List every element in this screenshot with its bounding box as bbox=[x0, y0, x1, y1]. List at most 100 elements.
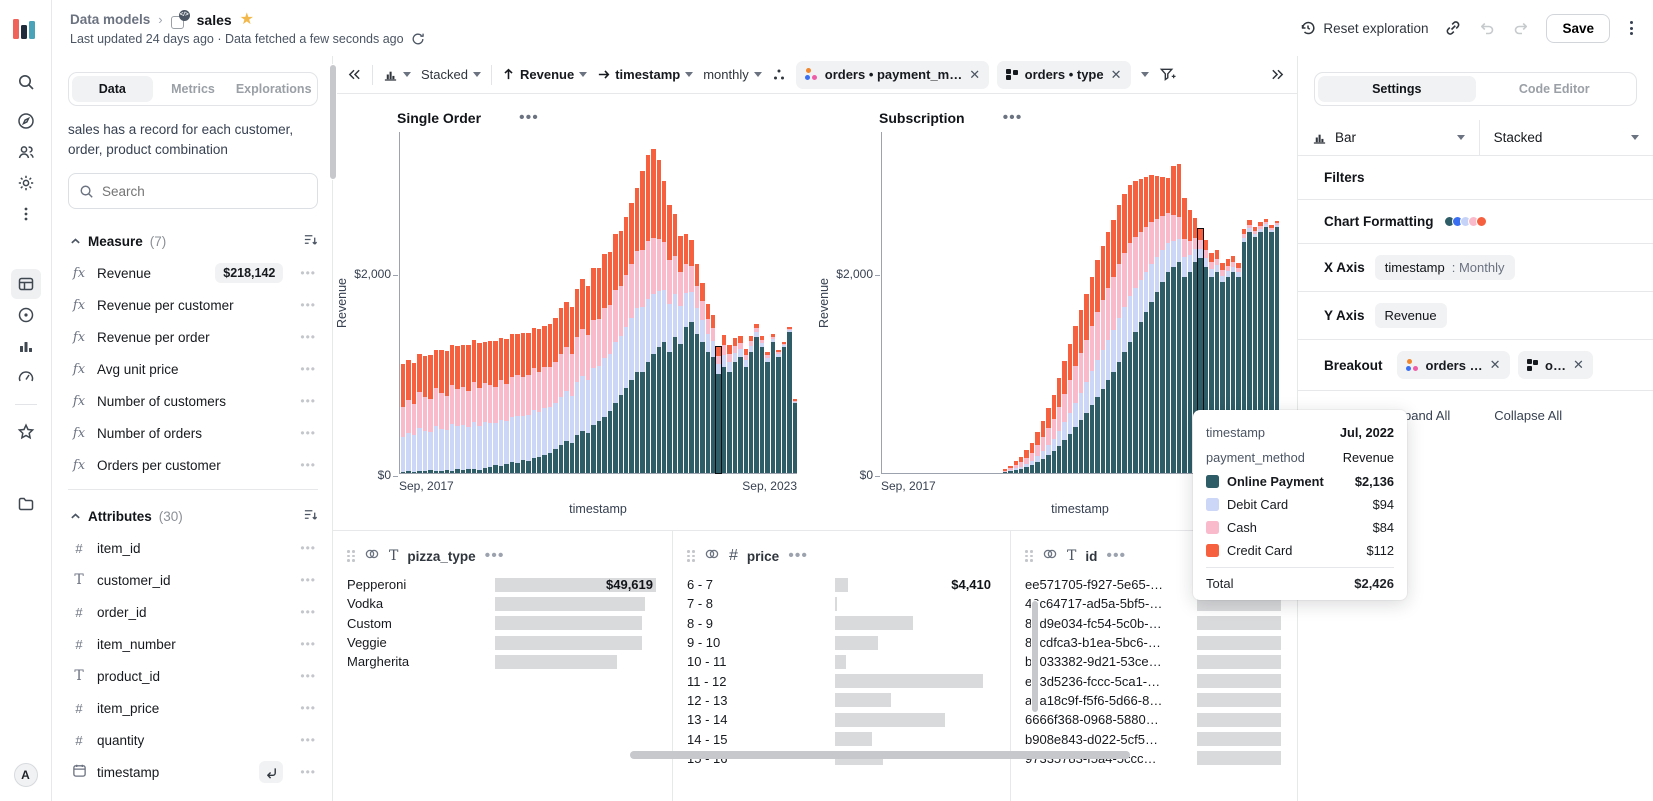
tab-data[interactable]: Data bbox=[72, 76, 153, 102]
summary-horizontal-scrollbar[interactable] bbox=[630, 751, 1130, 759]
bar[interactable] bbox=[1014, 461, 1018, 473]
bar[interactable] bbox=[542, 326, 546, 473]
bar[interactable] bbox=[635, 188, 639, 473]
bar[interactable] bbox=[706, 304, 710, 473]
bar[interactable] bbox=[1073, 326, 1077, 473]
chips-caret-icon[interactable] bbox=[1141, 72, 1149, 77]
bar[interactable] bbox=[684, 234, 688, 473]
app-logo-icon[interactable] bbox=[13, 13, 39, 39]
bar[interactable] bbox=[695, 264, 699, 473]
compass-icon[interactable] bbox=[11, 106, 41, 136]
row-menu-icon[interactable]: ••• bbox=[300, 298, 316, 312]
summary-column-header[interactable]: Tpizza_type••• bbox=[347, 545, 656, 567]
measure-row-revenue-per-order[interactable]: fxRevenue per order••• bbox=[68, 321, 318, 353]
filters-section[interactable]: Filters bbox=[1298, 156, 1653, 200]
bar[interactable] bbox=[445, 351, 449, 473]
bar[interactable] bbox=[466, 345, 470, 473]
summary-row[interactable]: Veggie bbox=[347, 633, 656, 652]
breakout-chip-1[interactable]: orders • type✕ bbox=[997, 61, 1130, 89]
bar[interactable] bbox=[526, 333, 530, 473]
bar[interactable] bbox=[1133, 181, 1137, 473]
tab-explorations[interactable]: Explorations bbox=[233, 76, 314, 102]
row-menu-icon[interactable]: ••• bbox=[300, 733, 316, 747]
attribute-row-item_price[interactable]: #item_price••• bbox=[68, 692, 318, 724]
bar-chart-icon[interactable] bbox=[11, 331, 41, 361]
bar[interactable] bbox=[532, 328, 536, 473]
column-menu-icon[interactable]: ••• bbox=[485, 547, 505, 565]
bar[interactable] bbox=[733, 338, 737, 473]
bar[interactable] bbox=[564, 302, 568, 473]
chart-menu-icon[interactable]: ••• bbox=[1003, 109, 1023, 127]
bar[interactable] bbox=[1188, 210, 1192, 473]
row-menu-icon[interactable]: ••• bbox=[300, 637, 316, 651]
row-menu-icon[interactable]: ••• bbox=[300, 394, 316, 408]
bar[interactable] bbox=[1041, 421, 1045, 473]
bar[interactable] bbox=[401, 364, 405, 473]
stack-mode-dropdown[interactable]: Stacked bbox=[421, 67, 481, 82]
row-menu-icon[interactable]: ••• bbox=[300, 669, 316, 683]
summary-row[interactable]: 6666f368-0968-5880… bbox=[1025, 710, 1281, 729]
bar[interactable] bbox=[1149, 175, 1153, 473]
bar[interactable] bbox=[667, 205, 671, 473]
highlighted-bar[interactable] bbox=[716, 347, 720, 473]
undo-icon[interactable] bbox=[1478, 19, 1496, 37]
bar[interactable] bbox=[738, 336, 742, 473]
bar[interactable] bbox=[1144, 177, 1148, 473]
row-menu-icon[interactable]: ••• bbox=[300, 605, 316, 619]
bar[interactable] bbox=[727, 345, 731, 473]
bar[interactable] bbox=[624, 217, 628, 473]
row-menu-icon[interactable]: ••• bbox=[300, 330, 316, 344]
summary-row[interactable]: 12 - 13 bbox=[687, 691, 994, 710]
summary-row[interactable]: Vodka bbox=[347, 594, 656, 613]
bar[interactable] bbox=[537, 329, 541, 473]
sort-icon[interactable] bbox=[303, 507, 318, 525]
bar[interactable] bbox=[406, 360, 410, 473]
bar[interactable] bbox=[1057, 378, 1061, 473]
bar[interactable] bbox=[597, 268, 601, 473]
bar[interactable] bbox=[1079, 310, 1083, 473]
bar[interactable] bbox=[548, 324, 552, 473]
attribute-row-item_number[interactable]: #item_number••• bbox=[68, 628, 318, 660]
breadcrumb-root[interactable]: Data models bbox=[70, 12, 150, 27]
bar[interactable] bbox=[483, 342, 487, 473]
summary-row[interactable]: Custom bbox=[347, 614, 656, 633]
search-box[interactable] bbox=[68, 173, 318, 209]
bar[interactable] bbox=[559, 308, 563, 473]
bar[interactable] bbox=[1155, 176, 1159, 473]
collapse-all-link[interactable]: Collapse All bbox=[1494, 408, 1562, 423]
bar[interactable] bbox=[749, 336, 753, 473]
favorite-star-icon[interactable]: ★ bbox=[240, 12, 254, 28]
bar[interactable] bbox=[1182, 198, 1186, 473]
more-vertical-icon[interactable] bbox=[11, 199, 41, 229]
bar[interactable] bbox=[1171, 166, 1175, 473]
gear-icon[interactable] bbox=[11, 168, 41, 198]
bar[interactable] bbox=[640, 171, 644, 473]
bar[interactable] bbox=[657, 160, 661, 473]
column-menu-icon[interactable]: ••• bbox=[1106, 547, 1126, 565]
remove-chip-icon[interactable]: ✕ bbox=[1573, 357, 1584, 373]
bar[interactable] bbox=[782, 342, 786, 473]
summary-row[interactable]: b908e843-d022-5cf5… bbox=[1025, 729, 1281, 748]
bar[interactable] bbox=[450, 345, 454, 473]
x-field-dropdown[interactable]: timestamp bbox=[597, 67, 693, 82]
bar[interactable] bbox=[651, 149, 655, 473]
bar[interactable] bbox=[591, 268, 595, 473]
x-axis-field-chip[interactable]: timestamp : Monthly bbox=[1375, 255, 1515, 280]
target-icon[interactable] bbox=[11, 300, 41, 330]
remove-chip-icon[interactable]: ✕ bbox=[1490, 357, 1501, 373]
refresh-icon[interactable] bbox=[411, 32, 425, 46]
bar[interactable] bbox=[580, 279, 584, 473]
price-column-scrollbar[interactable] bbox=[1031, 600, 1039, 713]
x-axis-assignment-icon[interactable] bbox=[259, 761, 283, 783]
bar[interactable] bbox=[776, 350, 780, 473]
row-menu-icon[interactable]: ••• bbox=[300, 426, 316, 440]
summary-row[interactable]: a5a18c9f-f5f6-5d66-8… bbox=[1025, 691, 1281, 710]
summary-row[interactable]: 9 - 10 bbox=[687, 633, 994, 652]
bar[interactable] bbox=[700, 283, 704, 473]
bar[interactable] bbox=[1052, 395, 1056, 473]
attribute-row-customer_id[interactable]: Tcustomer_id••• bbox=[68, 564, 318, 596]
attribute-row-product_id[interactable]: Tproduct_id••• bbox=[68, 660, 318, 692]
summary-row[interactable]: 14 - 15 bbox=[687, 729, 994, 748]
bar[interactable] bbox=[771, 334, 775, 473]
bar[interactable] bbox=[510, 334, 514, 473]
